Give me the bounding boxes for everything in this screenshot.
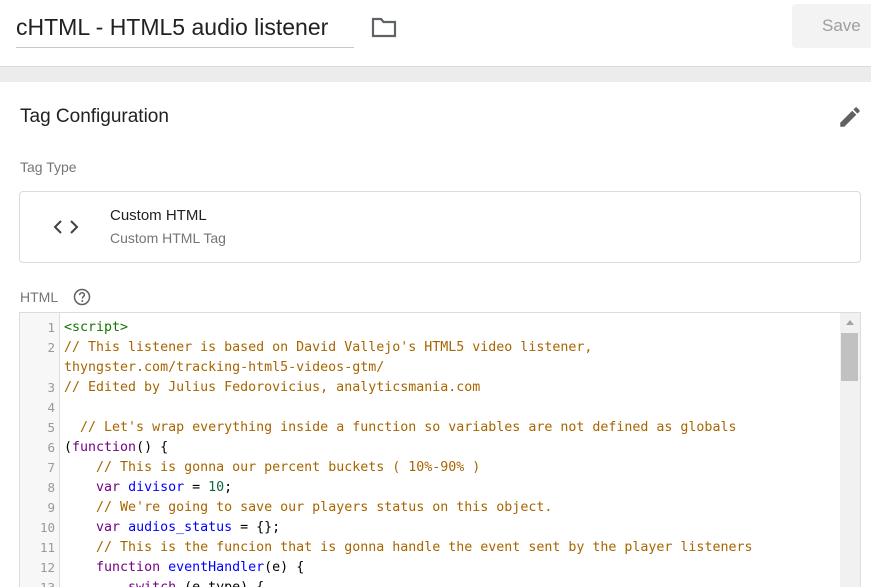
tag-type-selector[interactable]: Custom HTML Custom HTML Tag <box>19 191 861 263</box>
code-token: (e.type) { <box>176 580 264 587</box>
line-number: 7 <box>47 460 55 475</box>
code-line[interactable]: 9 // We're going to save our players sta… <box>20 498 840 518</box>
code-lines[interactable]: 1 <script> 2 // This listener is based on D… <box>20 318 840 587</box>
help-icon[interactable] <box>73 288 91 306</box>
save-button[interactable]: Save <box>792 4 871 48</box>
code-text: function eventHandler(e) { <box>60 558 304 578</box>
code-line[interactable]: 13 switch (e.type) { <box>20 578 840 587</box>
code-text: var audios_status = {}; <box>60 518 280 538</box>
line-number: 4 <box>47 400 55 415</box>
tag-type-subtitle: Custom HTML Tag <box>110 230 226 246</box>
code-token: (e) { <box>264 560 305 575</box>
card-title: Tag Configuration <box>20 106 169 127</box>
code-text: // We're going to save our players statu… <box>60 498 552 518</box>
code-token: 10 <box>208 480 225 495</box>
code-line[interactable]: 5 // Let's wrap everything inside a func… <box>20 418 840 438</box>
code-token: () { <box>136 440 169 455</box>
line-number: 6 <box>47 440 55 455</box>
line-number: 3 <box>47 380 55 395</box>
code-token: audios_status <box>128 520 233 535</box>
code-token: function <box>72 440 137 455</box>
code-token: ; <box>224 480 233 495</box>
code-text: // Edited by Julius Fedorovicius, analyt… <box>60 378 480 398</box>
tag-name-field[interactable]: cHTML - HTML5 audio listener <box>16 8 354 48</box>
scroll-thumb[interactable] <box>841 333 858 381</box>
code-token: thyngster.com/tracking-html5-videos-gtm/ <box>64 360 385 375</box>
code-token: = {}; <box>232 520 281 535</box>
code-token: eventHandler <box>168 560 265 575</box>
line-number: 2 <box>47 340 55 355</box>
code-line[interactable]: 12 function eventHandler(e) { <box>20 558 840 578</box>
tag-name[interactable]: cHTML - HTML5 audio listener <box>16 8 354 46</box>
code-token: divisor <box>128 480 185 495</box>
code-token: // Edited by Julius Fedorovicius, analyt… <box>64 380 481 395</box>
tag-header: cHTML - HTML5 audio listener Save <box>0 0 871 66</box>
code-token: var <box>96 480 121 495</box>
editor-scrollbar[interactable] <box>840 313 860 587</box>
code-text: // This is gonna our percent buckets ( 1… <box>60 458 480 478</box>
code-line[interactable]: 11 // This is the funcion that is gonna … <box>20 538 840 558</box>
tag-configuration-card: Tag Configuration Tag Type Custom HTML C… <box>0 82 871 587</box>
code-token: // This listener is based on David Valle… <box>64 340 593 355</box>
line-number: 10 <box>39 520 55 535</box>
code-line[interactable]: 10 var audios_status = {}; <box>20 518 840 538</box>
folder-icon[interactable] <box>371 16 397 38</box>
code-text: // Let's wrap everything inside a functi… <box>60 418 736 438</box>
pencil-icon[interactable] <box>837 104 863 130</box>
code-token: var <box>96 520 121 535</box>
code-brackets-icon <box>53 220 79 234</box>
code-token: // Let's wrap everything inside a functi… <box>80 420 737 435</box>
code-text: // This listener is based on David Valle… <box>60 338 592 358</box>
code-line[interactable]: 3 // Edited by Julius Fedorovicius, analy… <box>20 378 840 398</box>
code-token: ( <box>64 440 73 455</box>
code-line[interactable]: 8 var divisor = 10; <box>20 478 840 498</box>
line-number: 12 <box>39 560 55 575</box>
code-text: var divisor = 10; <box>60 478 232 498</box>
code-line[interactable]: 2 // This listener is based on David Vall… <box>20 338 840 358</box>
code-line[interactable]: 7 // This is gonna our percent buckets (… <box>20 458 840 478</box>
code-text: <script> <box>60 318 128 338</box>
code-line[interactable]: thyngster.com/tracking-html5-videos-gtm/ <box>20 358 840 378</box>
tag-type-name: Custom HTML <box>110 207 207 224</box>
code-line[interactable]: 1 <script> <box>20 318 840 338</box>
scroll-up-arrow-icon[interactable] <box>846 320 854 325</box>
html-code-editor[interactable]: 1 <script> 2 // This listener is based on D… <box>19 312 861 587</box>
code-token: // We're going to save our players statu… <box>96 500 553 515</box>
html-field-label: HTML <box>20 289 59 305</box>
code-text: (function() { <box>60 438 168 458</box>
code-token: function <box>96 560 161 575</box>
line-number: 9 <box>47 500 55 515</box>
code-text: thyngster.com/tracking-html5-videos-gtm/ <box>60 358 384 378</box>
code-line[interactable]: 4 <box>20 398 840 418</box>
line-number: 5 <box>47 420 55 435</box>
code-token: // This is gonna our percent buckets ( 1… <box>96 460 481 475</box>
line-number: 8 <box>47 480 55 495</box>
code-line[interactable]: 6 (function() { <box>20 438 840 458</box>
code-text: switch (e.type) { <box>60 578 264 587</box>
line-number: 13 <box>20 578 60 587</box>
code-text: // This is the funcion that is gonna han… <box>60 538 752 558</box>
tag-type-label: Tag Type <box>20 159 77 175</box>
line-number <box>20 358 60 378</box>
code-token: // This is the funcion that is gonna han… <box>96 540 753 555</box>
code-token: switch <box>128 580 176 587</box>
code-token: <script> <box>64 320 129 335</box>
code-token: = <box>184 480 209 495</box>
line-number: 1 <box>47 320 55 335</box>
line-number: 11 <box>39 540 55 555</box>
header-divider <box>0 66 871 82</box>
